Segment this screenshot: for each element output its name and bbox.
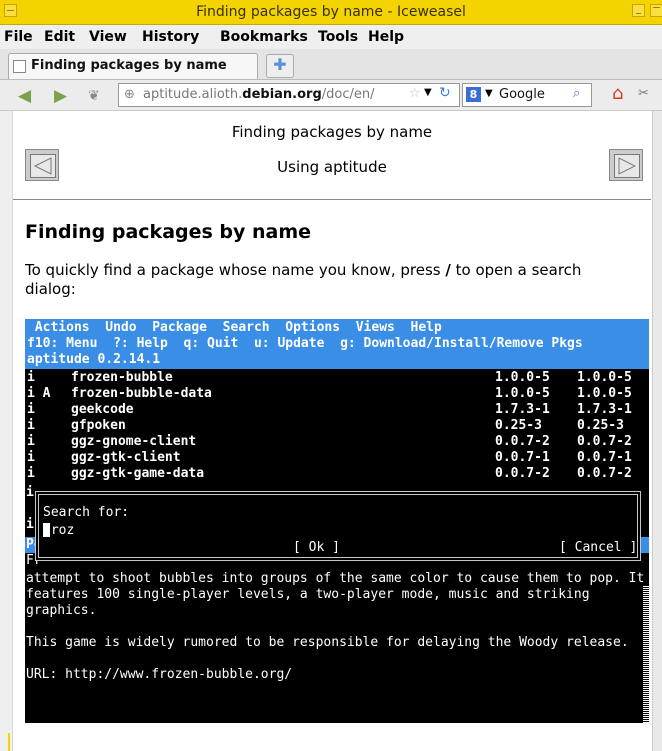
search-for-label: Search for: [43, 505, 130, 520]
menu-bookmarks[interactable]: Bookmarks [220, 29, 308, 45]
search-dialog: Search for: froz [ Ok ] [ Cancel ] [35, 491, 641, 561]
left-edge-mark [8, 733, 10, 751]
chapter-title: Using aptitude [277, 158, 387, 176]
history-icon: ❦ [88, 88, 100, 104]
aptitude-screenshot: Actions Undo Package Search Options View… [25, 319, 649, 723]
package-row: i geekcode 1.7.3-1 1.7.3-1 [27, 402, 632, 417]
navigation-toolbar: ◀ ▶ ❦ ⊕ aptitude.alioth.debian.org/doc/e… [0, 80, 662, 111]
right-triangle-icon [618, 157, 637, 175]
search-dialog-frame: Search for: froz [ Ok ] [ Cancel ] [38, 494, 638, 558]
hidden-row-flag: i [26, 517, 34, 532]
ok-button[interactable]: [ Ok ] [293, 540, 340, 555]
aptitude-help-line: f10: Menu ?: Help q: Quit u: Update g: D… [27, 336, 583, 351]
header-divider [13, 199, 651, 200]
package-row: i A frozen-bubble-data 1.0.0-5 1.0.0-5 [27, 386, 632, 401]
intro-paragraph: To quickly find a package whose name you… [25, 261, 582, 298]
search-magnifier-icon[interactable]: ⌕ [573, 86, 580, 101]
menu-file[interactable]: File [4, 29, 33, 45]
section-heading: Finding packages by name [25, 221, 312, 243]
tab-finding-packages[interactable]: Finding packages by name [8, 53, 258, 79]
back-arrow-icon: ◀ [18, 86, 32, 106]
search-for-input[interactable]: froz [43, 523, 633, 538]
aptitude-menu-line: Actions Undo Package Search Options View… [27, 320, 442, 335]
back-button[interactable]: ◀ [18, 86, 31, 106]
history-button[interactable]: ❦ [88, 88, 100, 104]
reload-icon[interactable]: ↻ [439, 85, 451, 101]
page-content: Finding packages by name Using aptitude … [12, 111, 651, 751]
search-engine-label: Google [499, 87, 545, 102]
left-border [0, 111, 12, 751]
package-row: i frozen-bubble 1.0.0-5 1.0.0-5 [27, 370, 632, 385]
page-favicon-icon [13, 60, 26, 73]
menu-bar: File Edit View History Bookmarks Tools H… [0, 25, 662, 49]
terminal-scrollbar [643, 585, 649, 723]
menu-history[interactable]: History [142, 29, 199, 45]
forward-button[interactable]: ▶ [54, 86, 67, 106]
menu-view[interactable]: View [89, 29, 127, 45]
window-title: Finding packages by name - Iceweasel [196, 4, 466, 20]
description-line: attempt to shoot bubbles into groups of … [26, 571, 645, 586]
maximize-button[interactable] [650, 4, 662, 17]
package-row: i ggz-gtk-client 0.0.7-1 0.0.7-1 [27, 450, 632, 465]
description-line: graphics. [26, 603, 97, 618]
menu-edit[interactable]: Edit [44, 29, 75, 45]
google-search-engine-icon[interactable]: 8 [466, 87, 481, 102]
description-line: This game is widely rumored to be respon… [26, 635, 629, 650]
doc-page-title: Finding packages by name [231, 123, 433, 141]
package-row: i gfpoken 0.25-3 0.25-3 [27, 418, 624, 433]
cancel-button[interactable]: [ Cancel ] [559, 540, 637, 555]
tab-bar: Finding packages by name ✚ [0, 49, 662, 80]
plus-icon: ✚ [273, 55, 287, 74]
url-bar[interactable]: ⊕ aptitude.alioth.debian.org/doc/en/ ☆ ▼… [118, 83, 460, 107]
description-line: features 100 single-player levels, a two… [26, 587, 590, 602]
page-scrollbar[interactable] [652, 111, 662, 751]
forward-arrow-icon: ▶ [54, 86, 68, 106]
site-identity-icon: ⊕ [124, 87, 135, 102]
package-row: i ggz-gnome-client 0.0.7-2 0.0.7-2 [27, 434, 632, 449]
hidden-row-flag: i [26, 485, 34, 500]
bookmark-star-icon[interactable]: ☆ [409, 86, 421, 101]
browser-window: Finding packages by name - Iceweasel Fil… [0, 0, 662, 751]
text-cursor [43, 523, 50, 537]
minimize-button[interactable] [632, 4, 645, 17]
next-page-button[interactable] [609, 149, 643, 181]
extensions-icon[interactable]: ✂ [638, 86, 649, 101]
package-row: i ggz-gtk-game-data 0.0.7-2 0.0.7-2 [27, 466, 632, 481]
search-box[interactable]: 8 ▼ Google ⌕ [462, 83, 592, 107]
tab-label: Finding packages by name [31, 58, 227, 73]
menu-tools[interactable]: Tools [318, 29, 358, 45]
next-page-frame [614, 154, 640, 178]
aptitude-version-line: aptitude 0.2.14.1 [27, 352, 161, 367]
url-dropdown-icon[interactable]: ▼ [424, 87, 432, 98]
url-text: aptitude.alioth.debian.org/doc/en/ [143, 87, 375, 102]
description-url-line: URL: http://www.frozen-bubble.org/ [26, 667, 293, 682]
home-icon[interactable]: ⌂ [612, 83, 623, 104]
menu-help[interactable]: Help [368, 29, 404, 45]
search-engine-dropdown-icon[interactable]: ▼ [485, 88, 493, 99]
title-bar: Finding packages by name - Iceweasel [0, 0, 662, 25]
new-tab-button[interactable]: ✚ [266, 54, 294, 78]
